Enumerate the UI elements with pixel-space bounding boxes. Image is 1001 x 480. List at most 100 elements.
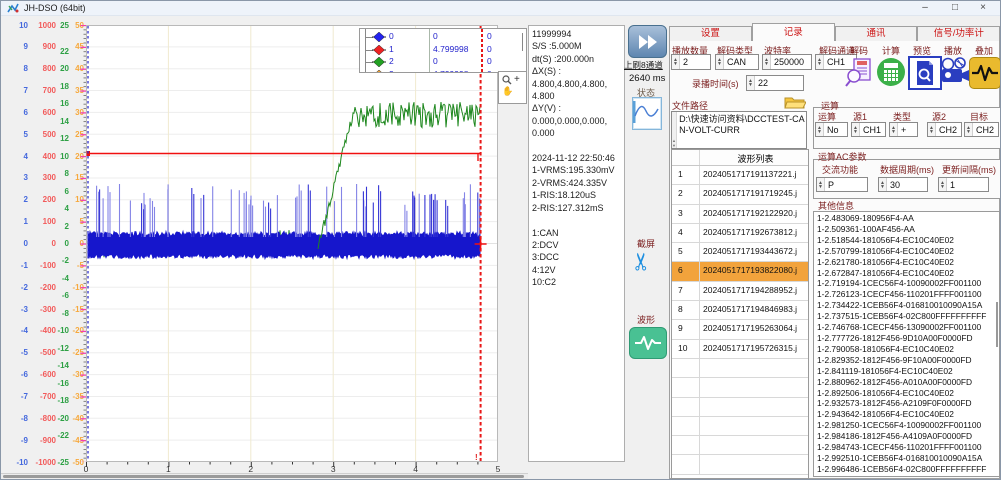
can-frame-line[interactable]: 1-2.880962-1812F456-A010A00F0000FD — [814, 377, 999, 388]
waveform-row[interactable]: 32024051717192122920.j — [672, 205, 808, 224]
spinner-arrows-icon[interactable]: ▲▼ — [716, 55, 724, 69]
window-title: JH-DSO (64bit) — [24, 3, 86, 13]
spinner-arrows-icon[interactable]: ▲▼ — [965, 123, 973, 136]
fast-forward-button[interactable] — [628, 25, 667, 58]
can-frame-line[interactable]: 1-2.570799-181056F4-EC10C40E02 — [814, 246, 999, 257]
waveform-row-empty[interactable] — [672, 378, 808, 397]
calc-tool-button[interactable] — [876, 57, 906, 87]
plot-canvas[interactable] — [86, 25, 498, 462]
operation-spinner[interactable]: ▲▼+ — [889, 122, 918, 137]
spinner-arrows-icon[interactable]: ▲▼ — [890, 123, 898, 136]
spinner-arrows-icon[interactable]: ▲▼ — [852, 123, 860, 136]
can-frame-line[interactable]: 1-2.984743-1CECF456-110201FFFF001100 — [814, 442, 999, 453]
record-time-spinner[interactable]: ▲▼22 — [746, 75, 804, 91]
can-frame-line[interactable]: 1-2.746768-1CECF456-13090002FF001100 — [814, 322, 999, 333]
ac-param-spinner[interactable]: ▲▼1 — [938, 177, 989, 192]
legend-scrollbar[interactable] — [522, 33, 524, 51]
axis-green-tick-label: -16 — [53, 379, 69, 388]
can-frame-line[interactable]: 1-2.892506-181056F4-EC10C40E02 — [814, 388, 999, 399]
ac-param-spinner[interactable]: ▲▼P — [816, 177, 868, 192]
waveform-row[interactable]: 12024051717191137221.j — [672, 166, 808, 185]
can-frame-line[interactable]: 1-2.483069-180956F4-AA — [814, 213, 999, 224]
can-frame-line[interactable]: 1-2.621780-181056F4-EC10C40E02 — [814, 257, 999, 268]
waveform-row[interactable]: 42024051717192673812.j — [672, 224, 808, 243]
refresh-channels-link[interactable]: 上刷8通道 — [624, 59, 663, 71]
can-frame-line[interactable]: 1-2.719194-1CEC56F4-10090002FF001100 — [814, 278, 999, 289]
spinner-arrows-icon[interactable]: ▲▼ — [879, 178, 887, 191]
spinner-arrows-icon[interactable]: ▲▼ — [928, 123, 936, 136]
legend-row[interactable]: 000 — [360, 31, 526, 44]
can-frame-line[interactable]: 1-2.981250-1CEC56F4-10090002FF001100 — [814, 420, 999, 431]
can-frame-line[interactable]: 1-2.518544-181056F4-EC10C40E02 — [814, 235, 999, 246]
operation-spinner[interactable]: ▲▼CH2 — [927, 122, 962, 137]
play-tool-button[interactable] — [939, 57, 969, 87]
can-frame-line[interactable]: 1-2.777726-1812F456-9D10A00F0000FD — [814, 333, 999, 344]
waveform-row[interactable]: 52024051717193443672.j — [672, 243, 808, 262]
close-button[interactable]: × — [968, 1, 998, 15]
can-frame-line[interactable]: 1-2.992510-1CEB56F4-016810010090A15A — [814, 453, 999, 464]
operation-spinner[interactable]: ▲▼No — [815, 122, 848, 137]
waveform-row[interactable]: 72024051717194288952.j — [672, 282, 808, 301]
can-frame-line[interactable]: 1-2.790058-181056F4-EC10C40E02 — [814, 344, 999, 355]
status-waveform-indicator[interactable] — [632, 97, 662, 130]
waveform-row-empty[interactable] — [672, 359, 808, 378]
tab-settings[interactable]: 设置 — [669, 26, 752, 41]
can-frame-line[interactable]: 1-2.672847-181056F4-EC10C40E02 — [814, 268, 999, 279]
spinner-arrows-icon[interactable]: ▲▼ — [939, 178, 947, 191]
tab-comm[interactable]: 通讯 — [835, 26, 918, 41]
can-frame-line[interactable]: 1-2.737515-1CEB56F4-02C800FFFFFFFFFF — [814, 311, 999, 322]
play-count-spinner[interactable]: ▲▼2 — [671, 54, 711, 70]
legend-row[interactable]: 200 — [360, 56, 526, 69]
can-frame-line[interactable]: 1-2.984186-1812F456-A4109A0F0000FD — [814, 431, 999, 442]
waveform-row[interactable]: 22024051717191719245.j — [672, 185, 808, 204]
can-frame-line[interactable]: 1-2.932573-1812F456-A2109F0F0000FD — [814, 398, 999, 409]
operation-spinner[interactable]: ▲▼CH1 — [851, 122, 886, 137]
overlay-tool-button[interactable] — [969, 57, 1001, 89]
waveform-plot[interactable] — [86, 25, 498, 462]
pan-tool[interactable]: ✋ — [499, 85, 526, 97]
operation-spinner[interactable]: ▲▼CH2 — [964, 122, 999, 137]
can-frame-line[interactable]: 1-2.829352-1812F456-9F10A00F0000FD — [814, 355, 999, 366]
waveform-row-empty[interactable] — [672, 436, 808, 455]
decode-tool-button[interactable] — [844, 57, 874, 87]
waveform-row[interactable]: 92024051717195263064.j — [672, 320, 808, 339]
spinner-arrows-icon[interactable]: ▲▼ — [816, 55, 824, 69]
legend-row[interactable]: 14.7999980 — [360, 44, 526, 57]
tab-signal-power[interactable]: 信号/功率计 — [917, 26, 1000, 41]
waveform-row-empty[interactable] — [672, 398, 808, 417]
waveform-table[interactable]: 波形列表 12024051717191137221.j2202405171719… — [671, 149, 809, 479]
maximize-button[interactable]: □ — [940, 1, 970, 15]
spinner-arrows-icon[interactable]: ▲▼ — [817, 178, 825, 191]
decode-type-spinner[interactable]: ▲▼CAN — [715, 54, 759, 70]
info-list-scrollbar[interactable] — [996, 302, 999, 347]
spinner-arrows-icon[interactable]: ▲▼ — [763, 55, 771, 69]
can-frame-line[interactable]: 1-2.509361-100AF456-AA — [814, 224, 999, 235]
hscrollbar-thumb[interactable] — [3, 475, 524, 478]
can-frame-line[interactable]: 1-2.996486-1CEB56F4-02C800FFFFFFFFFF — [814, 464, 999, 475]
waveform-row[interactable]: 62024051717193822080.j — [672, 262, 808, 281]
minimize-button[interactable]: – — [910, 1, 940, 15]
waveform-button[interactable] — [629, 327, 667, 359]
can-frame-line[interactable]: 1-2.734422-1CEB56F4-016810010090A15A — [814, 300, 999, 311]
file-path-box[interactable]: ▲▼ D:\快速访问资料\DCCTEST-CAN-VOLT-CURR — [671, 111, 807, 149]
waveform-row[interactable]: 82024051717194846983.j — [672, 301, 808, 320]
tab-record[interactable]: 记录 — [752, 23, 835, 41]
baud-rate-spinner[interactable]: ▲▼250000 — [762, 54, 812, 70]
spinner-arrows-icon[interactable]: ▲▼ — [747, 76, 755, 90]
ac-param-spinner[interactable]: ▲▼30 — [878, 177, 928, 192]
screenshot-button[interactable]: ✂ — [632, 247, 652, 276]
waveform-row-index: 3 — [672, 205, 700, 223]
zoom-in-tool[interactable]: + — [499, 72, 526, 85]
waveform-row[interactable]: 102024051717195726315.j — [672, 340, 808, 359]
waveform-row-empty[interactable] — [672, 417, 808, 436]
plot-hscrollbar[interactable] — [1, 473, 528, 480]
waveform-row-empty[interactable] — [672, 455, 808, 474]
spinner-arrows-icon[interactable]: ▲▼ — [816, 123, 824, 136]
can-frame-line[interactable]: 1-2.726123-1CECF456-110201FFFF001100 — [814, 289, 999, 300]
can-frame-line[interactable]: 1-2.841119-181056F4-EC10C40E02 — [814, 366, 999, 377]
other-info-list[interactable]: 1-2.483069-180956F4-AA1-2.509361-100AF45… — [813, 211, 1000, 477]
preview-tool-button[interactable] — [908, 56, 942, 90]
plot-legend[interactable]: 00014.799998020034.7999980 — [359, 28, 527, 73]
can-frame-line[interactable]: 1-2.943642-181056F4-EC10C40E02 — [814, 409, 999, 420]
spinner-arrows-icon[interactable]: ▲▼ — [672, 55, 680, 69]
